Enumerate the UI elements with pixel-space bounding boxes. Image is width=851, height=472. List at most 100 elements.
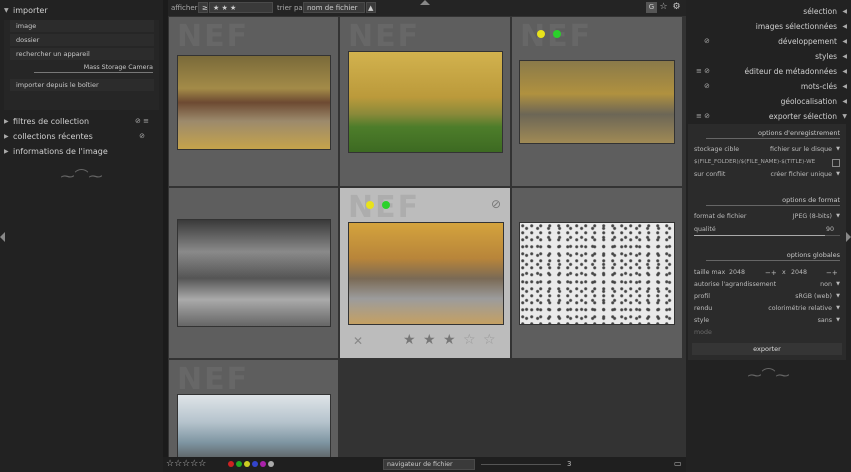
show-label: afficher [171, 4, 198, 12]
thumbnail[interactable]: NEF [169, 17, 338, 186]
thumbnail-selected[interactable]: NEF ⊘ ✕ ★ ★ ★ ☆ ☆ [340, 188, 510, 358]
selected-images-header[interactable]: images sélectionnées ◀ [686, 19, 851, 34]
group-icon[interactable]: ⊘ [491, 197, 501, 211]
panel-end-ornament: ⁓⌒⁓ [747, 368, 790, 384]
star-icon[interactable]: ★ [423, 332, 436, 348]
star-icon[interactable]: ★ [403, 332, 416, 348]
lighttable-grid: NEF NEF NEF NEF ⊘ ✕ ★ ★ ★ ☆ ☆ NEF [168, 16, 686, 457]
presets-reset-icon[interactable]: ≡ ⊘ [696, 109, 710, 124]
max-height-input[interactable]: 2048 [791, 269, 807, 276]
file-format-combo[interactable]: format de fichier JPEG (8-bits) ▼ [694, 213, 840, 223]
quality-slider[interactable]: qualité 90 [694, 226, 840, 236]
display-icon[interactable]: ▭ [674, 459, 682, 468]
export-button[interactable]: exporter [692, 343, 842, 355]
thumbnail[interactable]: NEF [512, 17, 682, 186]
export-path-input[interactable]: $(FILE_FOLDER)/$(FILE_NAME)-$(TITLE)-WE [694, 159, 829, 168]
rating-filter-select[interactable]: ★ ★ ★ [209, 2, 273, 13]
folder-browse-icon[interactable] [832, 159, 840, 167]
export-section-header[interactable]: ≡ ⊘ exporter sélection ▼ [686, 109, 851, 124]
section-label: sélection [803, 7, 837, 16]
thumbnail-image [519, 60, 675, 144]
color-filter-yellow-icon[interactable] [244, 461, 250, 467]
upscale-combo[interactable]: autorise l'agrandissement non ▼ [694, 281, 840, 291]
reject-icon[interactable]: ✕ [353, 334, 363, 348]
chevron-down-icon: ▼ [836, 317, 840, 323]
chevron-left-icon: ◀ [842, 38, 847, 45]
recent-collections-header[interactable]: ▶ collections récentes ⊘ [0, 129, 163, 144]
color-filter-red-icon[interactable] [228, 461, 234, 467]
mode-combo[interactable]: mode [694, 329, 840, 339]
color-filter-gray-icon[interactable] [268, 461, 274, 467]
thumbnail[interactable]: NEF [169, 360, 338, 457]
image-info-header[interactable]: ▶ informations de l'image [0, 144, 163, 159]
reset-icon[interactable]: ⊘ ≡ [135, 114, 149, 129]
top-panel-toggle-icon[interactable] [420, 0, 430, 5]
star-icon[interactable]: ★ [443, 332, 456, 348]
chevron-down-icon: ▼ [836, 305, 840, 311]
view-mode-select[interactable]: navigateur de fichier [383, 459, 475, 470]
star-icon[interactable]: ☆ [483, 332, 496, 348]
presets-reset-icon[interactable]: ≡ ⊘ [696, 64, 710, 79]
thumbnail[interactable]: NEF [340, 17, 510, 186]
color-label-green-icon[interactable] [553, 30, 561, 38]
reset-icon[interactable]: ⊘ [704, 34, 710, 49]
file-format-label: format de fichier [694, 213, 747, 220]
star-overlay-icon[interactable]: ☆ [658, 2, 669, 13]
sort-direction-button[interactable]: ▲ [366, 2, 376, 13]
importer-header[interactable]: ▼ importer [0, 3, 163, 18]
grouping-icon[interactable]: G [646, 2, 657, 13]
color-label-yellow-icon[interactable] [366, 201, 374, 209]
compare-operator-select[interactable]: ≥ [198, 2, 208, 13]
chevron-left-icon: ◀ [842, 68, 847, 75]
chevron-down-icon: ▼ [842, 113, 847, 120]
gear-icon[interactable]: ⚙ [671, 2, 682, 13]
intent-combo[interactable]: rendu colorimétrie relative ▼ [694, 305, 840, 315]
max-width-input[interactable]: 2048 [729, 269, 745, 276]
left-panel-toggle-icon[interactable] [0, 232, 5, 242]
color-filter-green-icon[interactable] [236, 461, 242, 467]
thumbnail[interactable] [169, 188, 338, 358]
thumbnail[interactable] [512, 188, 682, 358]
import-from-camera-button[interactable]: importer depuis le boîtier [10, 79, 154, 91]
height-stepper-icon[interactable]: −+ [826, 269, 838, 277]
max-size-row: taille max 2048 −+ x 2048 −+ [694, 269, 840, 279]
color-filter-purple-icon[interactable] [260, 461, 266, 467]
collection-filters-header[interactable]: ▶ filtres de collection ⊘ ≡ [0, 114, 163, 129]
color-label-green-icon[interactable] [382, 201, 390, 209]
profile-label: profil [694, 293, 711, 300]
right-panel-toggle-icon[interactable] [846, 232, 851, 242]
rating-filter-stars[interactable]: ☆☆☆☆☆ [166, 459, 206, 469]
device-name: Mass Storage Camera [34, 64, 153, 73]
reset-icon[interactable]: ⊘ [139, 129, 145, 144]
chevron-left-icon: ◀ [842, 8, 847, 15]
star-icon[interactable]: ☆ [463, 332, 476, 348]
chevron-down-icon: ▼ [836, 171, 840, 177]
color-filter-blue-icon[interactable] [252, 461, 258, 467]
sort-field-select[interactable]: nom de fichier [303, 2, 365, 13]
styles-section-header[interactable]: styles ◀ [686, 49, 851, 64]
tagging-section-header[interactable]: ⊘ mots-clés ◀ [686, 79, 851, 94]
divider [706, 205, 840, 206]
color-label-yellow-icon[interactable] [537, 30, 545, 38]
zoom-value[interactable]: 3 [567, 460, 571, 468]
storage-target-combo[interactable]: stockage cible fichier sur le disque ▼ [694, 146, 840, 156]
mode-label: mode [694, 329, 712, 336]
section-label: développement [778, 37, 837, 46]
geotagging-section-header[interactable]: géolocalisation ◀ [686, 94, 851, 109]
zoom-slider[interactable] [481, 464, 561, 465]
scan-device-button[interactable]: rechercher un appareil [10, 48, 154, 60]
select-section-header[interactable]: sélection ◀ [686, 4, 851, 19]
develop-section-header[interactable]: ⊘ développement ◀ [686, 34, 851, 49]
thumbnail-image [177, 55, 331, 150]
profile-combo[interactable]: profil sRGB (web) ▼ [694, 293, 840, 303]
import-image-button[interactable]: image [10, 20, 154, 32]
metadata-editor-header[interactable]: ≡ ⊘ éditeur de métadonnées ◀ [686, 64, 851, 79]
intent-label: rendu [694, 305, 713, 312]
import-folder-button[interactable]: dossier [10, 34, 154, 46]
width-stepper-icon[interactable]: −+ [765, 269, 777, 277]
on-conflict-combo[interactable]: sur conflit créer fichier unique ▼ [694, 171, 840, 181]
style-combo[interactable]: style sans ▼ [694, 317, 840, 327]
section-label: exporter sélection [768, 112, 837, 121]
reset-icon[interactable]: ⊘ [704, 79, 710, 94]
chevron-right-icon: ▶ [4, 133, 9, 140]
